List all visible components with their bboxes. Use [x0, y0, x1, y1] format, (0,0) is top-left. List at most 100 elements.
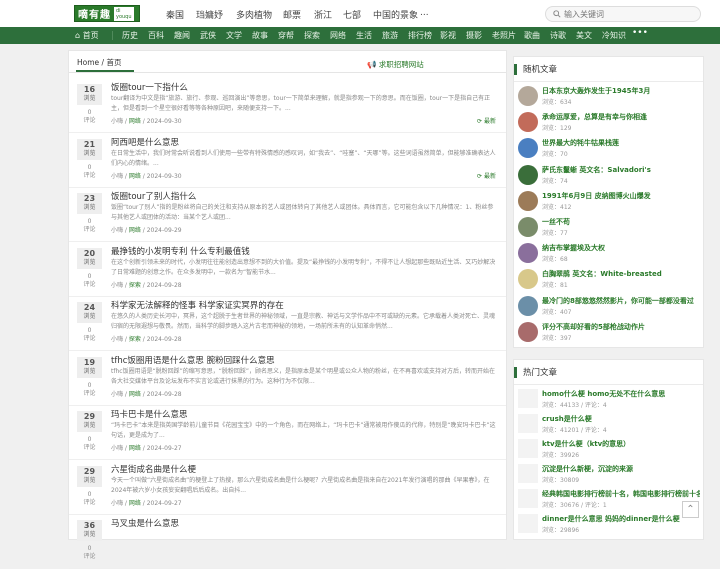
- random-article-item[interactable]: 承命运厚爱，总算是有幸与你相逢 浏览：129: [514, 110, 703, 134]
- hot-article-item[interactable]: homo什么梗 homo无处不在什么意思 浏览：44133 / 评论：4: [514, 387, 703, 410]
- random-article-title[interactable]: 1991年6月9日 皮纳图博火山爆发: [542, 191, 700, 201]
- article-thumbnail[interactable]: [518, 86, 538, 106]
- article-thumbnail[interactable]: [518, 489, 538, 508]
- top-nav-item[interactable]: 浙江: [314, 8, 332, 21]
- tab-home[interactable]: Home / 首页: [77, 57, 121, 68]
- refresh-link[interactable]: ⟳ 最新: [477, 171, 496, 180]
- article-title[interactable]: 饭圈tour了别人指什么: [111, 190, 196, 202]
- author[interactable]: 小嗨: [111, 500, 123, 507]
- random-article-title[interactable]: 承命运厚爱，总算是有幸与你相逢: [542, 112, 700, 122]
- nav-item[interactable]: 旅游: [382, 30, 398, 41]
- nav-item[interactable]: 影视: [440, 30, 456, 41]
- nav-item[interactable]: 网络: [330, 30, 346, 41]
- article-thumbnail[interactable]: [518, 321, 538, 342]
- hot-article-item[interactable]: ktv是什么梗（ktv的意思） 浏览：39926: [514, 437, 703, 460]
- article-thumbnail[interactable]: [518, 164, 538, 185]
- back-to-top-button[interactable]: ⌃: [682, 501, 699, 518]
- article-thumbnail[interactable]: [518, 514, 538, 533]
- nav-item-home[interactable]: ⌂ 首页: [75, 30, 99, 41]
- article-thumbnail[interactable]: [518, 138, 538, 159]
- hot-article-item[interactable]: 沉淀是什么新梗，沉淀的来源 浏览：30809: [514, 462, 703, 485]
- random-article-title[interactable]: 一丝不苟: [542, 217, 700, 227]
- nav-item[interactable]: 探索: [304, 30, 320, 41]
- article-thumbnail[interactable]: [518, 389, 538, 408]
- article-thumbnail[interactable]: [518, 439, 538, 458]
- hot-article-title[interactable]: homo什么梗 homo无处不在什么意思: [542, 389, 700, 399]
- search-box[interactable]: [545, 6, 701, 22]
- random-article-item[interactable]: 日本东京大轰炸发生于1945年3月 浏览：634: [514, 84, 703, 108]
- search-icon[interactable]: [553, 10, 561, 18]
- hot-article-item[interactable]: crush是什么梗 浏览：41201 / 评论：4: [514, 412, 703, 435]
- category-link[interactable]: 探索: [129, 282, 141, 289]
- top-nav-more[interactable]: ...: [420, 8, 429, 18]
- nav-item[interactable]: 武侠: [200, 30, 216, 41]
- random-article-item[interactable]: 白胸翠鹃 英文名：White-breasted 浏览：81: [514, 267, 703, 291]
- nav-item[interactable]: 故事: [252, 30, 268, 41]
- nav-item[interactable]: 老照片: [492, 30, 516, 41]
- article-thumbnail[interactable]: [518, 190, 538, 211]
- nav-item[interactable]: 排行榜: [408, 30, 432, 41]
- random-article-item[interactable]: 1991年6月9日 皮纳图博火山爆发 浏览：412: [514, 189, 703, 213]
- article-title[interactable]: 最挣钱的小发明专利 什么专利最值钱: [111, 245, 250, 257]
- hot-article-title[interactable]: crush是什么梗: [542, 414, 700, 424]
- nav-more-icon[interactable]: •••: [632, 28, 648, 38]
- nav-item[interactable]: 歌曲: [524, 30, 540, 41]
- article-thumbnail[interactable]: [518, 112, 538, 133]
- category-link[interactable]: 网络: [129, 118, 141, 125]
- article-title[interactable]: 饭圈tour一下指什么: [111, 81, 188, 93]
- nav-item[interactable]: 生活: [356, 30, 372, 41]
- random-article-title[interactable]: 白胸翠鹃 英文名：White-breasted: [542, 269, 700, 279]
- random-article-item[interactable]: 最冷门的8部悠悠然然影片，你可能一部都没看过 浏览：407: [514, 294, 703, 318]
- nav-item[interactable]: 诗歌: [550, 30, 566, 41]
- author[interactable]: 小嗨: [111, 173, 123, 180]
- author[interactable]: 小嗨: [111, 227, 123, 234]
- article-title[interactable]: 马叉虫是什么意思: [111, 517, 179, 529]
- article-title[interactable]: 阿西吧是什么意思: [111, 136, 179, 148]
- hot-article-title[interactable]: dinner是什么意思 妈妈的dinner是什么梗: [542, 514, 700, 524]
- article-thumbnail[interactable]: [518, 217, 538, 237]
- hot-article-item[interactable]: 经典韩国电影排行榜前十名，韩国电影排行榜前十名 浏览：30676 / 评论：1: [514, 487, 703, 510]
- random-article-item[interactable]: 纳吉布掌握埃及大权 浏览：68: [514, 241, 703, 265]
- random-article-item[interactable]: 评分不高却好看的5部枪战动作片 浏览：397: [514, 320, 703, 344]
- nav-item[interactable]: 摄影: [466, 30, 482, 41]
- random-article-item[interactable]: 萨氏东鬣蜥 英文名：Salvadori's 浏览：74: [514, 163, 703, 187]
- article-title[interactable]: tfhc饭圈用语是什么意思 腕粉回踩什么意思: [111, 354, 275, 366]
- category-link[interactable]: 网络: [129, 445, 141, 452]
- refresh-link[interactable]: ⟳ 最新: [477, 116, 496, 125]
- top-nav-item[interactable]: 七部: [343, 8, 361, 21]
- random-article-title[interactable]: 世界最大的牦牛牯果栈莲: [542, 138, 700, 148]
- article-thumbnail[interactable]: [518, 269, 538, 290]
- nav-item[interactable]: 百科: [148, 30, 164, 41]
- hot-article-title[interactable]: 沉淀是什么新梗，沉淀的来源: [542, 464, 700, 474]
- top-nav-item[interactable]: 中国的景象: [373, 8, 418, 21]
- hot-article-title[interactable]: ktv是什么梗（ktv的意思）: [542, 439, 700, 449]
- random-article-title[interactable]: 评分不高却好看的5部枪战动作片: [542, 322, 700, 332]
- article-title[interactable]: 玛卡巴卡是什么意思: [111, 408, 188, 420]
- category-link[interactable]: 网络: [129, 227, 141, 234]
- author[interactable]: 小嗨: [111, 118, 123, 125]
- author[interactable]: 小嗨: [111, 336, 123, 343]
- random-article-title[interactable]: 日本东京大轰炸发生于1945年3月: [542, 86, 700, 96]
- random-article-title[interactable]: 最冷门的8部悠悠然然影片，你可能一部都没看过: [542, 296, 700, 306]
- author[interactable]: 小嗨: [111, 445, 123, 452]
- random-article-title[interactable]: 萨氏东鬣蜥 英文名：Salvadori's: [542, 165, 700, 175]
- nav-item[interactable]: 文学: [226, 30, 242, 41]
- top-nav-item[interactable]: 珰嫞妤: [196, 8, 223, 21]
- article-thumbnail[interactable]: [518, 414, 538, 433]
- hot-article-title[interactable]: 经典韩国电影排行榜前十名，韩国电影排行榜前十名: [542, 489, 700, 499]
- nav-item[interactable]: 趣闻: [174, 30, 190, 41]
- article-thumbnail[interactable]: [518, 464, 538, 483]
- nav-item[interactable]: 历史: [122, 30, 138, 41]
- site-logo[interactable]: 嘀有趣 di youqu: [74, 5, 140, 22]
- nav-item[interactable]: 美文: [576, 30, 592, 41]
- article-title[interactable]: 科学家无法解释的怪事 科学家证实冥界的存在: [111, 299, 284, 311]
- top-nav-item[interactable]: 邮票: [283, 8, 301, 21]
- nav-item[interactable]: 冷知识: [602, 30, 626, 41]
- category-link[interactable]: 网络: [129, 173, 141, 180]
- author[interactable]: 小嗨: [111, 391, 123, 398]
- random-article-item[interactable]: 一丝不苟 浏览：77: [514, 215, 703, 239]
- hot-article-item[interactable]: dinner是什么意思 妈妈的dinner是什么梗 浏览：29896: [514, 512, 703, 535]
- article-thumbnail[interactable]: [518, 295, 538, 316]
- top-nav-item[interactable]: 秦国: [166, 8, 184, 21]
- article-thumbnail[interactable]: [518, 243, 538, 264]
